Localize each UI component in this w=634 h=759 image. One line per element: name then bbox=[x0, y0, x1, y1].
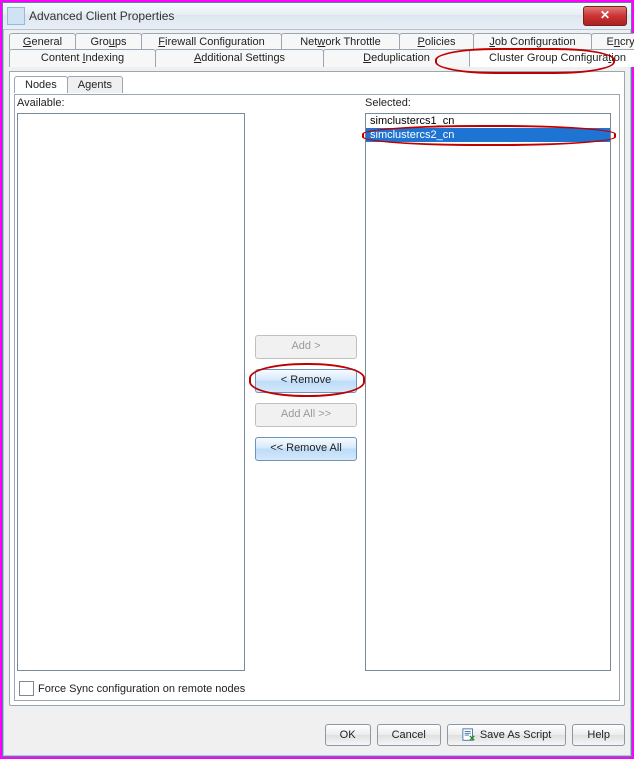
help-button[interactable]: Help bbox=[572, 724, 625, 746]
outer-tab-firewall-configuration[interactable]: Firewall Configuration bbox=[141, 33, 282, 50]
inner-tab-agents[interactable]: Agents bbox=[67, 76, 123, 93]
inner-tab-nodes[interactable]: Nodes bbox=[14, 76, 68, 93]
ok-button-label: OK bbox=[340, 729, 356, 741]
available-listbox[interactable] bbox=[17, 113, 245, 671]
remove-button-label: < Remove bbox=[281, 374, 331, 386]
dialog-button-row: OK Cancel Save As Script Help bbox=[325, 724, 625, 746]
outer-tab-panel: NodesAgents Available: Selected: simclus… bbox=[9, 71, 625, 706]
cancel-button-label: Cancel bbox=[392, 729, 426, 741]
remove-all-button-label: << Remove All bbox=[270, 442, 342, 454]
inner-tab-panel: Available: Selected: simclustercs1_cnsim… bbox=[14, 94, 620, 701]
outer-tab-general[interactable]: General bbox=[9, 33, 76, 50]
add-button: Add > bbox=[255, 335, 357, 359]
force-sync-label: Force Sync configuration on remote nodes bbox=[38, 683, 245, 695]
outer-tab-job-configuration[interactable]: Job Configuration bbox=[473, 33, 592, 50]
force-sync-checkbox[interactable] bbox=[19, 681, 34, 696]
outer-tab-deduplication[interactable]: Deduplication bbox=[323, 49, 470, 67]
list-item[interactable]: simclustercs1_cn bbox=[366, 114, 610, 128]
save-as-script-button[interactable]: Save As Script bbox=[447, 724, 567, 746]
save-as-script-label: Save As Script bbox=[480, 729, 552, 741]
ok-button[interactable]: OK bbox=[325, 724, 371, 746]
force-sync-row: Force Sync configuration on remote nodes bbox=[19, 681, 245, 696]
remove-all-button[interactable]: << Remove All bbox=[255, 437, 357, 461]
close-button[interactable]: ✕ bbox=[583, 6, 627, 26]
outer-tab-row-1: GeneralGroupsFirewall ConfigurationNetwo… bbox=[9, 33, 625, 50]
app-icon bbox=[7, 7, 25, 25]
titlebar: Advanced Client Properties ✕ bbox=[3, 3, 631, 30]
outer-tab-row-2: Content IndexingAdditional SettingsDedup… bbox=[9, 49, 625, 67]
cancel-button[interactable]: Cancel bbox=[377, 724, 441, 746]
outer-tab-cluster-group-configuration[interactable]: Cluster Group Configuration bbox=[469, 49, 634, 67]
outer-tab-encryption[interactable]: Encryption bbox=[591, 33, 634, 50]
script-icon bbox=[462, 728, 476, 742]
inner-tab-row: NodesAgents bbox=[14, 76, 122, 93]
window-title: Advanced Client Properties bbox=[29, 9, 174, 23]
client-area: GeneralGroupsFirewall ConfigurationNetwo… bbox=[9, 33, 625, 750]
dialog-window: Advanced Client Properties ✕ GeneralGrou… bbox=[2, 2, 632, 757]
selected-listbox[interactable]: simclustercs1_cnsimclustercs2_cn bbox=[365, 113, 611, 671]
add-all-button: Add All >> bbox=[255, 403, 357, 427]
selected-label: Selected: bbox=[365, 97, 411, 109]
outer-tab-groups[interactable]: Groups bbox=[75, 33, 142, 50]
outer-tab-policies[interactable]: Policies bbox=[399, 33, 474, 50]
add-button-label: Add > bbox=[291, 340, 320, 352]
outer-tab-additional-settings[interactable]: Additional Settings bbox=[155, 49, 324, 67]
help-button-label: Help bbox=[587, 729, 610, 741]
add-all-button-label: Add All >> bbox=[281, 408, 331, 420]
outer-tab-network-throttle[interactable]: Network Throttle bbox=[281, 33, 400, 50]
list-item[interactable]: simclustercs2_cn bbox=[366, 128, 610, 142]
outer-tab-content-indexing[interactable]: Content Indexing bbox=[9, 49, 156, 67]
remove-button[interactable]: < Remove bbox=[255, 369, 357, 393]
available-label: Available: bbox=[17, 97, 65, 109]
